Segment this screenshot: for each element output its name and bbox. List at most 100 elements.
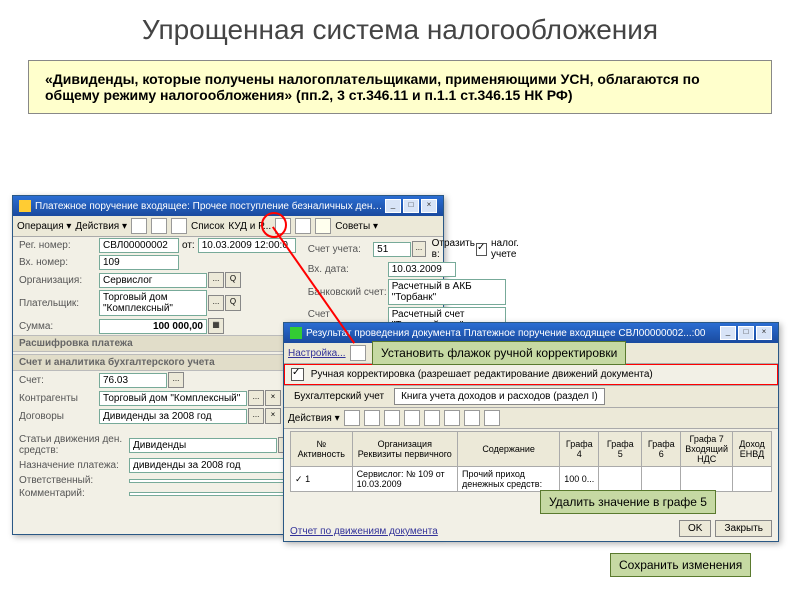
sum-input[interactable]: 100 000,00: [99, 319, 207, 334]
vh-no-label: Вх. номер:: [19, 257, 99, 268]
act-icon-8[interactable]: [484, 410, 500, 426]
acct-select-button[interactable]: ...: [412, 241, 425, 257]
tab-accounting[interactable]: Бухгалтерский учет: [288, 389, 390, 404]
act-icon-4[interactable]: [404, 410, 420, 426]
col-desc: Содержание: [458, 432, 560, 467]
menu-tips[interactable]: Советы ▾: [335, 221, 378, 232]
payer-label: Плательщик:: [19, 298, 99, 309]
tab-kudir[interactable]: Книга учета доходов и расходов (раздел I…: [394, 388, 605, 405]
maximize-button[interactable]: □: [403, 199, 419, 213]
menu-list[interactable]: Список: [191, 221, 224, 232]
menu-operation[interactable]: Операция ▾: [17, 221, 71, 232]
callout-save: Сохранить изменения: [610, 553, 751, 577]
manual-correction-checkbox[interactable]: [291, 368, 304, 381]
win2-maximize-button[interactable]: □: [738, 326, 754, 340]
col-g7: Графа 7 Входящий НДС: [681, 432, 733, 467]
cell-g4: 100 0...: [560, 467, 599, 492]
tax-chk-label: налог. учете: [491, 238, 537, 260]
ok-button[interactable]: OK: [679, 520, 711, 537]
window2-title: Результат проведения документа Платежное…: [306, 328, 718, 339]
vh-date-label: Вх. дата:: [308, 264, 388, 275]
table-header-row: № Активность Организация Реквизиты перви…: [291, 432, 772, 467]
payer-select-button[interactable]: ...: [208, 295, 224, 311]
dog-select-button[interactable]: ...: [248, 408, 264, 424]
contr-clear-button[interactable]: ×: [265, 390, 281, 406]
manual-correction-row: Ручная корректировка (разрешает редактир…: [284, 364, 778, 385]
cell-g6: [642, 467, 681, 492]
payer-input[interactable]: Торговый дом "Комплексный": [99, 290, 207, 316]
tax-checkbox[interactable]: [476, 243, 487, 256]
score-select-button[interactable]: ...: [168, 372, 184, 388]
titlebar-2: Результат проведения документа Платежное…: [284, 323, 778, 343]
reflect-label: Отразить в:: [432, 238, 476, 260]
act-icon-2[interactable]: [364, 410, 380, 426]
col-num: № Активность: [291, 432, 353, 467]
contr-label: Контрагенты: [19, 393, 99, 404]
menu-kudir[interactable]: КУД и Р...: [228, 221, 271, 232]
minimize-button[interactable]: _: [385, 199, 401, 213]
close-button-2[interactable]: Закрыть: [715, 520, 772, 537]
save-icon[interactable]: [131, 218, 147, 234]
reg-no-input[interactable]: СВЛ00000002: [99, 238, 179, 253]
col-g8: Доход ЕНВД: [733, 432, 772, 467]
cell-num: ✓ 1: [291, 467, 353, 492]
contr-select-button[interactable]: ...: [248, 390, 264, 406]
act-icon-6[interactable]: [444, 410, 460, 426]
result-table: № Активность Организация Реквизиты перви…: [290, 431, 772, 492]
score-input[interactable]: 76.03: [99, 373, 167, 388]
col-g5: Графа 5: [599, 432, 642, 467]
win2-close-button[interactable]: ×: [756, 326, 772, 340]
help-icon[interactable]: [350, 345, 366, 361]
tabs-row: Бухгалтерский учет Книга учета доходов и…: [284, 385, 778, 408]
menu-actions[interactable]: Действия ▾: [75, 221, 127, 232]
acct-label: Счет учета:: [308, 244, 373, 255]
dog-label: Договоры: [19, 411, 99, 422]
act-icon-3[interactable]: [384, 410, 400, 426]
close-button[interactable]: ×: [421, 199, 437, 213]
resp-label: Ответственный:: [19, 475, 129, 486]
actions-menu[interactable]: Действия ▾: [288, 413, 340, 424]
act-icon-1[interactable]: [344, 410, 360, 426]
col-g6: Графа 6: [642, 432, 681, 467]
post-icon[interactable]: [151, 218, 167, 234]
cell-g5[interactable]: [599, 467, 642, 492]
comment-label: Комментарий:: [19, 488, 129, 499]
win2-minimize-button[interactable]: _: [720, 326, 736, 340]
debit-credit-icon[interactable]: [315, 218, 331, 234]
dog-input[interactable]: Дивиденды за 2008 год: [99, 409, 247, 424]
tool-icon-2[interactable]: [295, 218, 311, 234]
vh-no-input[interactable]: 109: [99, 255, 179, 270]
act-icon-5[interactable]: [424, 410, 440, 426]
payer-search-icon[interactable]: Q: [225, 295, 241, 311]
score-label: Счет:: [19, 375, 99, 386]
contr-input[interactable]: Торговый дом "Комплексный": [99, 391, 247, 406]
dog-clear-button[interactable]: ×: [265, 408, 281, 424]
org-input[interactable]: Сервислог: [99, 273, 207, 288]
acct-input[interactable]: 51: [373, 242, 411, 257]
dds-label: Статьи движения ден. средств:: [19, 434, 129, 456]
titlebar-1: Платежное поручение входящее: Прочее пос…: [13, 196, 443, 216]
sum-calc-icon[interactable]: ▦: [208, 318, 224, 334]
toolbar-1: Операция ▾ Действия ▾ Список КУД и Р... …: [13, 216, 443, 237]
settings-link[interactable]: Настройка...: [288, 348, 346, 359]
reg-no-label: Рег. номер:: [19, 240, 99, 251]
bank-input[interactable]: Расчетный в АКБ "Торбанк": [388, 279, 506, 305]
report-link[interactable]: Отчет по движениям документа: [290, 526, 438, 537]
vh-date-input[interactable]: 10.03.2009: [388, 262, 456, 277]
footer-buttons: OK Закрыть: [679, 520, 772, 537]
window1-title: Платежное поручение входящее: Прочее пос…: [35, 201, 383, 212]
cell-desc: Прочий приход денежных средств:: [458, 467, 560, 492]
dds-input[interactable]: Дивиденды: [129, 438, 277, 453]
act-icon-7[interactable]: [464, 410, 480, 426]
quote-box: «Дивиденды, которые получены налогоплате…: [28, 60, 772, 114]
cell-g8: [733, 467, 772, 492]
active-check-icon: ✓: [295, 474, 303, 484]
slide-title: Упрощенная система налогообложения: [0, 0, 800, 54]
callout-delete-g5: Удалить значение в графе 5: [540, 490, 716, 514]
print-icon[interactable]: [171, 218, 187, 234]
result-icon: [290, 327, 302, 339]
table-row[interactable]: ✓ 1 Сервислог: № 109 от 10.03.2009 Прочи…: [291, 467, 772, 492]
org-select-button[interactable]: ...: [208, 272, 224, 288]
manual-correction-label: Ручная корректировка (разрешает редактир…: [311, 369, 653, 380]
org-search-icon[interactable]: Q: [225, 272, 241, 288]
